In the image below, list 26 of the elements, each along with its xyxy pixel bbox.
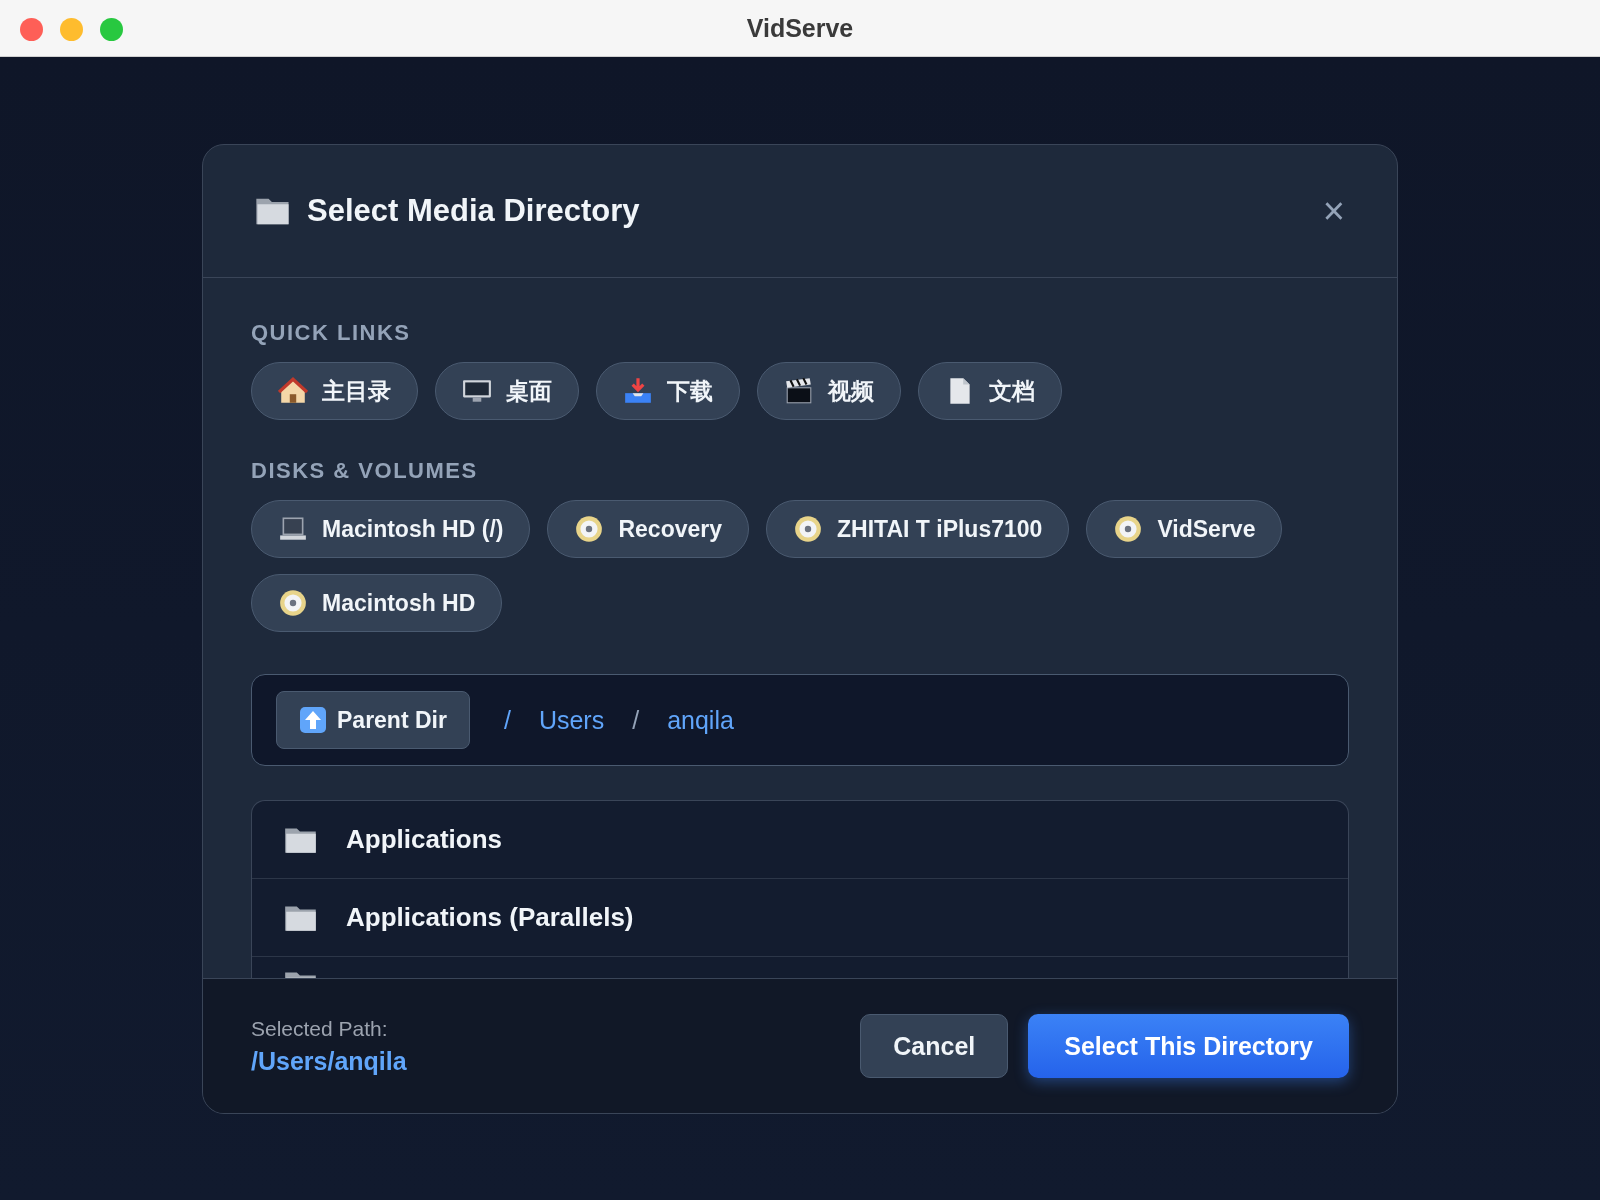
quick-link-chip[interactable]: 文档 <box>918 362 1062 420</box>
path-separator: / <box>632 705 640 735</box>
quick-link-chip[interactable]: 桌面 <box>435 362 579 420</box>
volume-chip[interactable]: Macintosh HD <box>251 574 503 632</box>
window-title: VidServe <box>746 13 854 43</box>
parent-dir-button[interactable]: Parent Dir <box>276 691 470 749</box>
selected-path-label: Selected Path: <box>251 1016 389 1041</box>
section-heading: DISKS & VOLUMES <box>251 458 479 484</box>
cancel-button[interactable]: Cancel <box>860 1014 1009 1078</box>
path-separator: / <box>503 705 511 735</box>
quick-link-chip[interactable]: 视频 <box>757 362 901 420</box>
volume-chip[interactable]: ZHITAI T iPlus7100 <box>766 500 1070 558</box>
volume-chip[interactable]: VidServe <box>1086 500 1283 558</box>
folder-row[interactable]: Applications (Parallels) <box>252 879 1348 957</box>
dialog-title: Select Media Directory <box>307 193 641 229</box>
select-button[interactable]: Select This Directory <box>1028 1014 1349 1078</box>
breadcrumb-link[interactable]: Users <box>538 705 605 735</box>
close-button[interactable]: × <box>1318 192 1349 230</box>
quick-link-chip[interactable]: 主目录 <box>251 362 418 420</box>
breadcrumb-link[interactable]: anqila <box>667 705 734 735</box>
volume-chip[interactable]: Recovery <box>547 500 750 558</box>
quick-link-chip[interactable]: 下载 <box>596 362 740 420</box>
folder-row[interactable]: Applications <box>252 801 1348 879</box>
section-heading: QUICK LINKS <box>251 320 412 346</box>
selected-path: /Users/anqila <box>251 1046 408 1076</box>
volume-chip[interactable]: Macintosh HD (/) <box>251 500 531 558</box>
